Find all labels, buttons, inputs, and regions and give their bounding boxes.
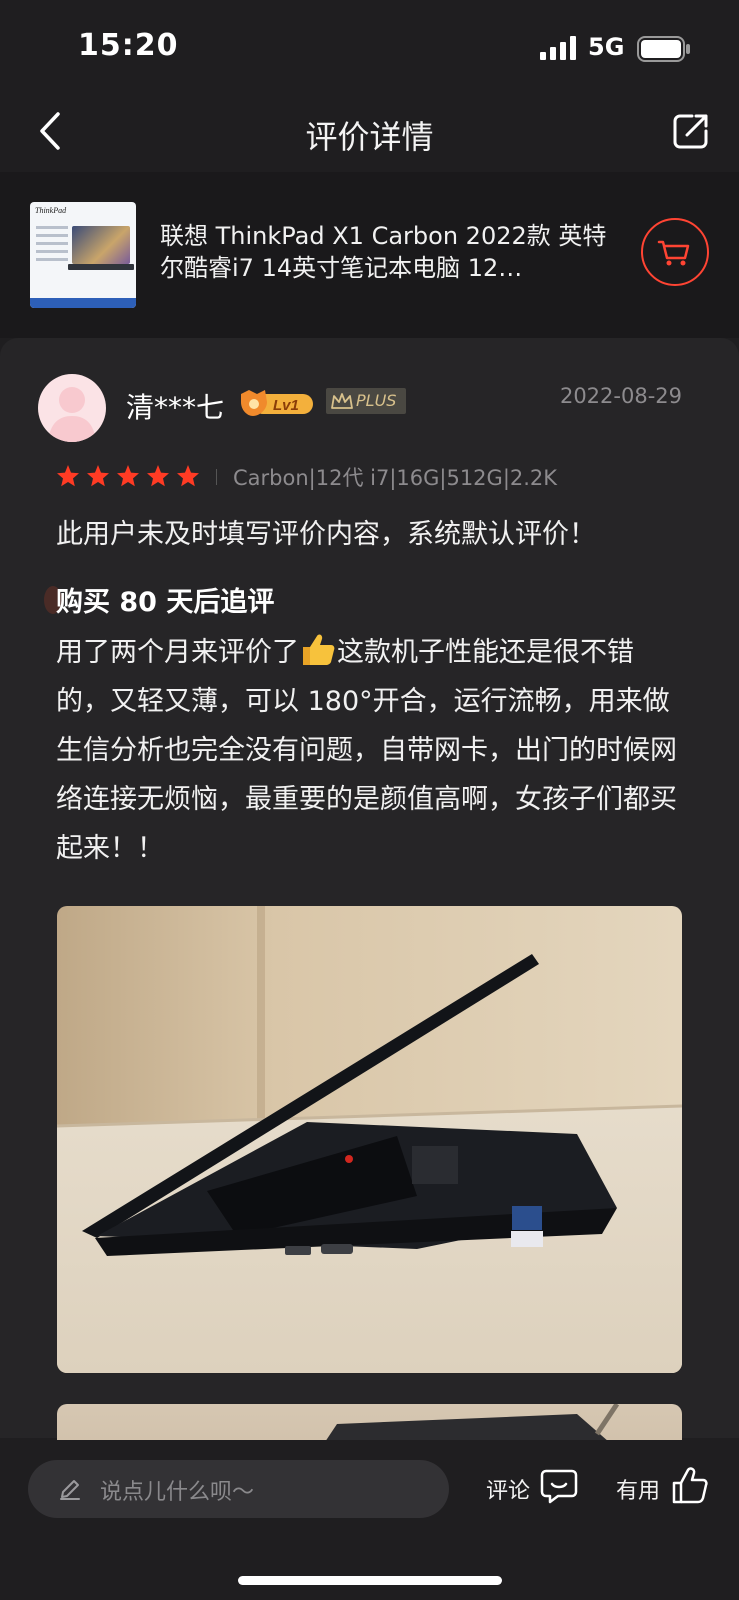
home-indicator: [238, 1576, 502, 1585]
review-photo[interactable]: [57, 906, 682, 1373]
star-icon: [87, 465, 109, 487]
star-rating: [56, 464, 206, 490]
product-summary[interactable]: ThinkPad 联想 ThinkPad X1 Carbon 2022款 英特尔…: [0, 172, 739, 338]
default-avatar-icon: [48, 387, 96, 442]
avatar[interactable]: [38, 374, 106, 442]
thumbnail-laptop-screen: [72, 226, 130, 264]
comment-input-placeholder: 说点儿什么呗～: [100, 1480, 255, 1505]
share-icon[interactable]: [672, 112, 710, 150]
thumbnail-text-lines: [36, 226, 68, 266]
thumbnail-banner-strip: [30, 298, 136, 308]
thumbnail-laptop-base: [68, 264, 134, 270]
useful-button-label[interactable]: 有用: [616, 1473, 660, 1505]
product-thumbnail[interactable]: ThinkPad: [30, 202, 136, 308]
comment-input[interactable]: 说点儿什么呗～: [28, 1460, 449, 1518]
comment-icon[interactable]: [540, 1468, 578, 1504]
divider: [216, 469, 217, 485]
status-bar: 15:20 5G: [0, 0, 739, 90]
level-badge-text: Lv1: [273, 397, 299, 414]
add-to-cart-button[interactable]: [641, 218, 709, 286]
star-icon: [117, 465, 139, 487]
navigation-bar: 评价详情: [0, 90, 739, 172]
followup-text-part1: 用了两个月来评价了: [56, 637, 299, 668]
status-time: 15:20: [78, 28, 179, 63]
review-content: 此用户未及时填写评价内容，系统默认评价！: [56, 519, 596, 550]
plus-badge-text: PLUS: [356, 391, 397, 410]
plus-member-badge: PLUS: [326, 388, 406, 414]
crown-icon: [331, 393, 353, 409]
followup-content: 用了两个月来评价了 这款机子性能还是很不错的，又轻又薄，可以 180°开合，运行流…: [56, 628, 686, 873]
star-icon: [177, 465, 199, 487]
review-username: 清***七: [126, 391, 225, 424]
thumbs-up-emoji-icon: [303, 634, 335, 665]
followup-text-part2: 这款机子性能还是很不错的，又轻又薄，可以 180°开合，运行流畅，用来做生信分析…: [56, 637, 677, 864]
comment-button-label[interactable]: 评论: [486, 1473, 530, 1505]
level-badge: Lv1: [239, 388, 315, 418]
laptop-photo-illustration: [57, 906, 682, 1373]
product-title[interactable]: 联想 ThinkPad X1 Carbon 2022款 英特尔酷睿i7 14英寸…: [160, 220, 610, 284]
bottom-action-bar: 说点儿什么呗～ 评论 有用: [0, 1440, 739, 1600]
battery-icon: [637, 36, 690, 62]
cart-icon: [657, 240, 690, 266]
thumbnail-brand-logo: ThinkPad: [35, 206, 67, 215]
star-icon: [57, 465, 79, 487]
review-card: 清***七 Lv1 PLUS 2022-08-29 Carbon|12代 i7|…: [0, 338, 739, 1484]
review-date: 2022-08-29: [559, 384, 682, 408]
thumbs-up-icon[interactable]: [670, 1466, 710, 1506]
star-icon: [147, 465, 169, 487]
network-label: 5G: [588, 33, 625, 61]
page-title: 评价详情: [305, 118, 434, 156]
purchased-spec: Carbon|12代 i7|16G|512G|2.2K: [233, 466, 558, 490]
signal-icon: [540, 36, 576, 60]
pencil-icon: [60, 1480, 80, 1500]
followup-title: 购买 80 天后追评: [56, 587, 275, 618]
